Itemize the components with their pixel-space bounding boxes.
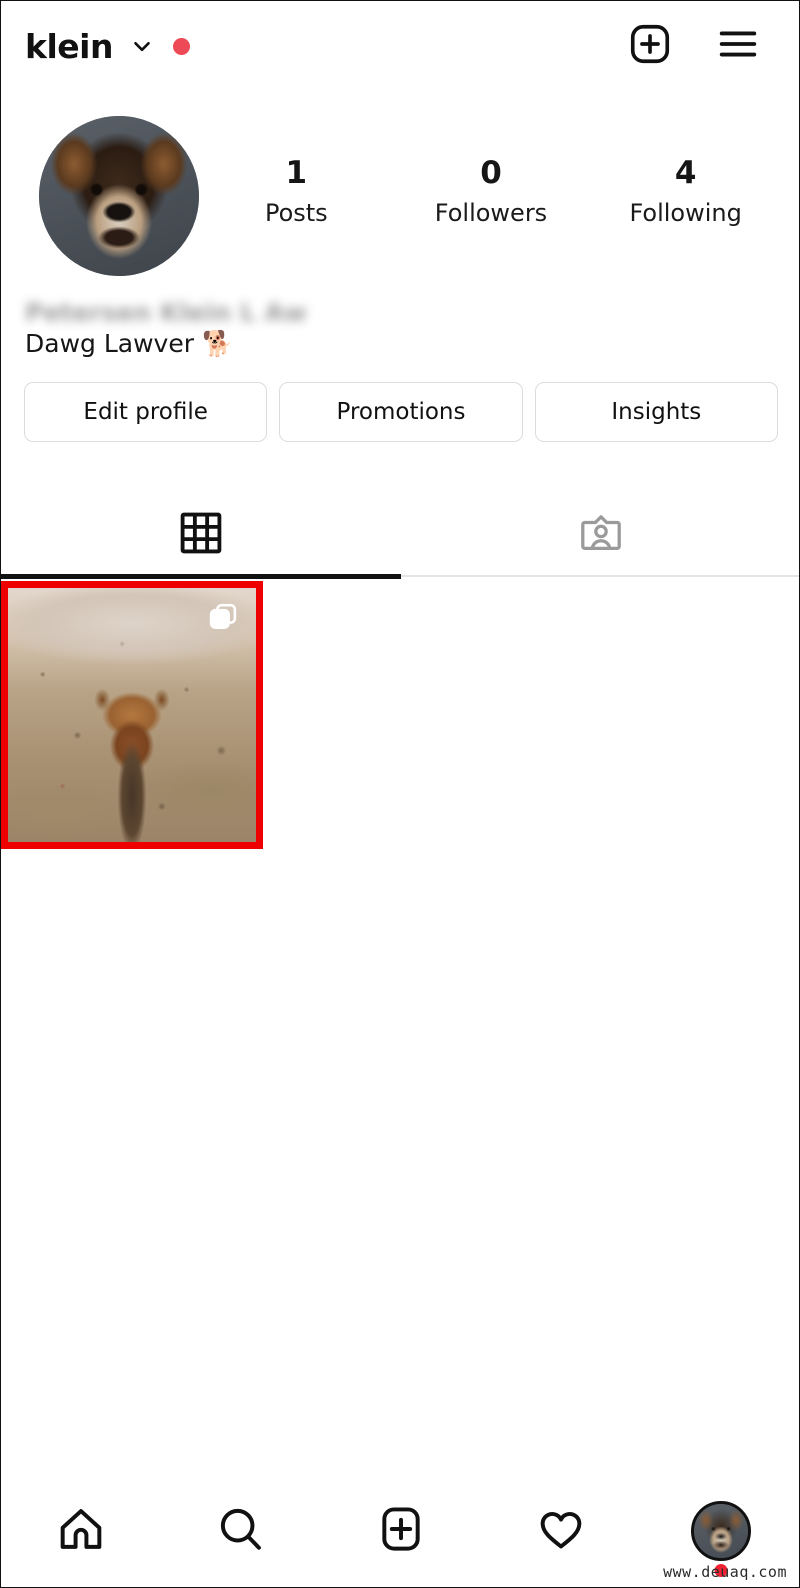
tab-tagged[interactable]: [401, 491, 799, 579]
profile-tabs: [1, 491, 799, 579]
stat-followers-value: 0: [480, 155, 502, 191]
avatar-icon: [691, 1501, 751, 1561]
nav-create[interactable]: [356, 1496, 446, 1566]
dog-face-emoji: 🐕: [201, 329, 234, 358]
stat-posts-value: 1: [285, 155, 308, 191]
home-icon: [56, 1504, 106, 1558]
heart-icon: [536, 1504, 586, 1558]
plus-square-icon: [376, 1504, 426, 1558]
plus-square-icon[interactable]: [627, 21, 673, 71]
profile-stats: 1 Posts 0 Followers 4 Following: [199, 104, 799, 228]
carousel-stack-icon: [208, 602, 238, 632]
header-actions: [627, 21, 761, 71]
stat-followers-label: Followers: [434, 199, 548, 228]
nav-home[interactable]: [36, 1496, 126, 1566]
tab-grid[interactable]: [1, 491, 401, 579]
post-grid: [1, 581, 799, 849]
hamburger-menu-icon[interactable]: [715, 21, 761, 71]
stat-following[interactable]: 4 Following: [626, 155, 746, 228]
profile-bio: Dawg Lawver 🐕: [25, 329, 233, 359]
insights-button[interactable]: Insights: [534, 382, 778, 442]
app-header: klein: [1, 1, 799, 91]
search-icon: [216, 1504, 266, 1558]
profile-action-buttons: Edit profile Promotions Insights: [24, 382, 778, 442]
stat-following-label: Following: [629, 199, 742, 228]
header-username-group[interactable]: klein: [25, 30, 190, 63]
status-badge: [172, 37, 190, 55]
nav-activity[interactable]: [516, 1496, 606, 1566]
stat-followers[interactable]: 0 Followers: [431, 155, 551, 228]
tab-grid-active-underline: [1, 574, 401, 579]
chevron-down-icon[interactable]: [129, 33, 155, 59]
grid-icon: [178, 510, 224, 560]
page-title: klein: [25, 26, 113, 66]
avatar[interactable]: [39, 116, 199, 276]
post-thumbnail[interactable]: [1, 581, 263, 849]
profile-bio-text: Dawg Lawver: [25, 329, 194, 358]
stat-posts[interactable]: 1 Posts: [236, 155, 356, 228]
stat-following-value: 4: [674, 155, 697, 191]
avatar-image: [39, 116, 199, 276]
nav-search[interactable]: [196, 1496, 286, 1566]
stat-posts-label: Posts: [264, 199, 328, 228]
nav-profile[interactable]: [676, 1496, 766, 1577]
nav-avatar-image: [694, 1504, 748, 1558]
profile-display-name-redacted: Petersen Klein L Aw: [25, 298, 307, 327]
edit-profile-button[interactable]: Edit profile: [24, 382, 268, 442]
watermark: www.deuaq.com: [663, 1563, 787, 1581]
instagram-profile-screen: klein 1 Posts 0 Followers 4 Following Pe…: [0, 0, 800, 1588]
promotions-button[interactable]: Promotions: [279, 382, 523, 442]
tagged-person-icon: [578, 510, 624, 560]
profile-summary: 1 Posts 0 Followers 4 Following: [1, 104, 799, 304]
